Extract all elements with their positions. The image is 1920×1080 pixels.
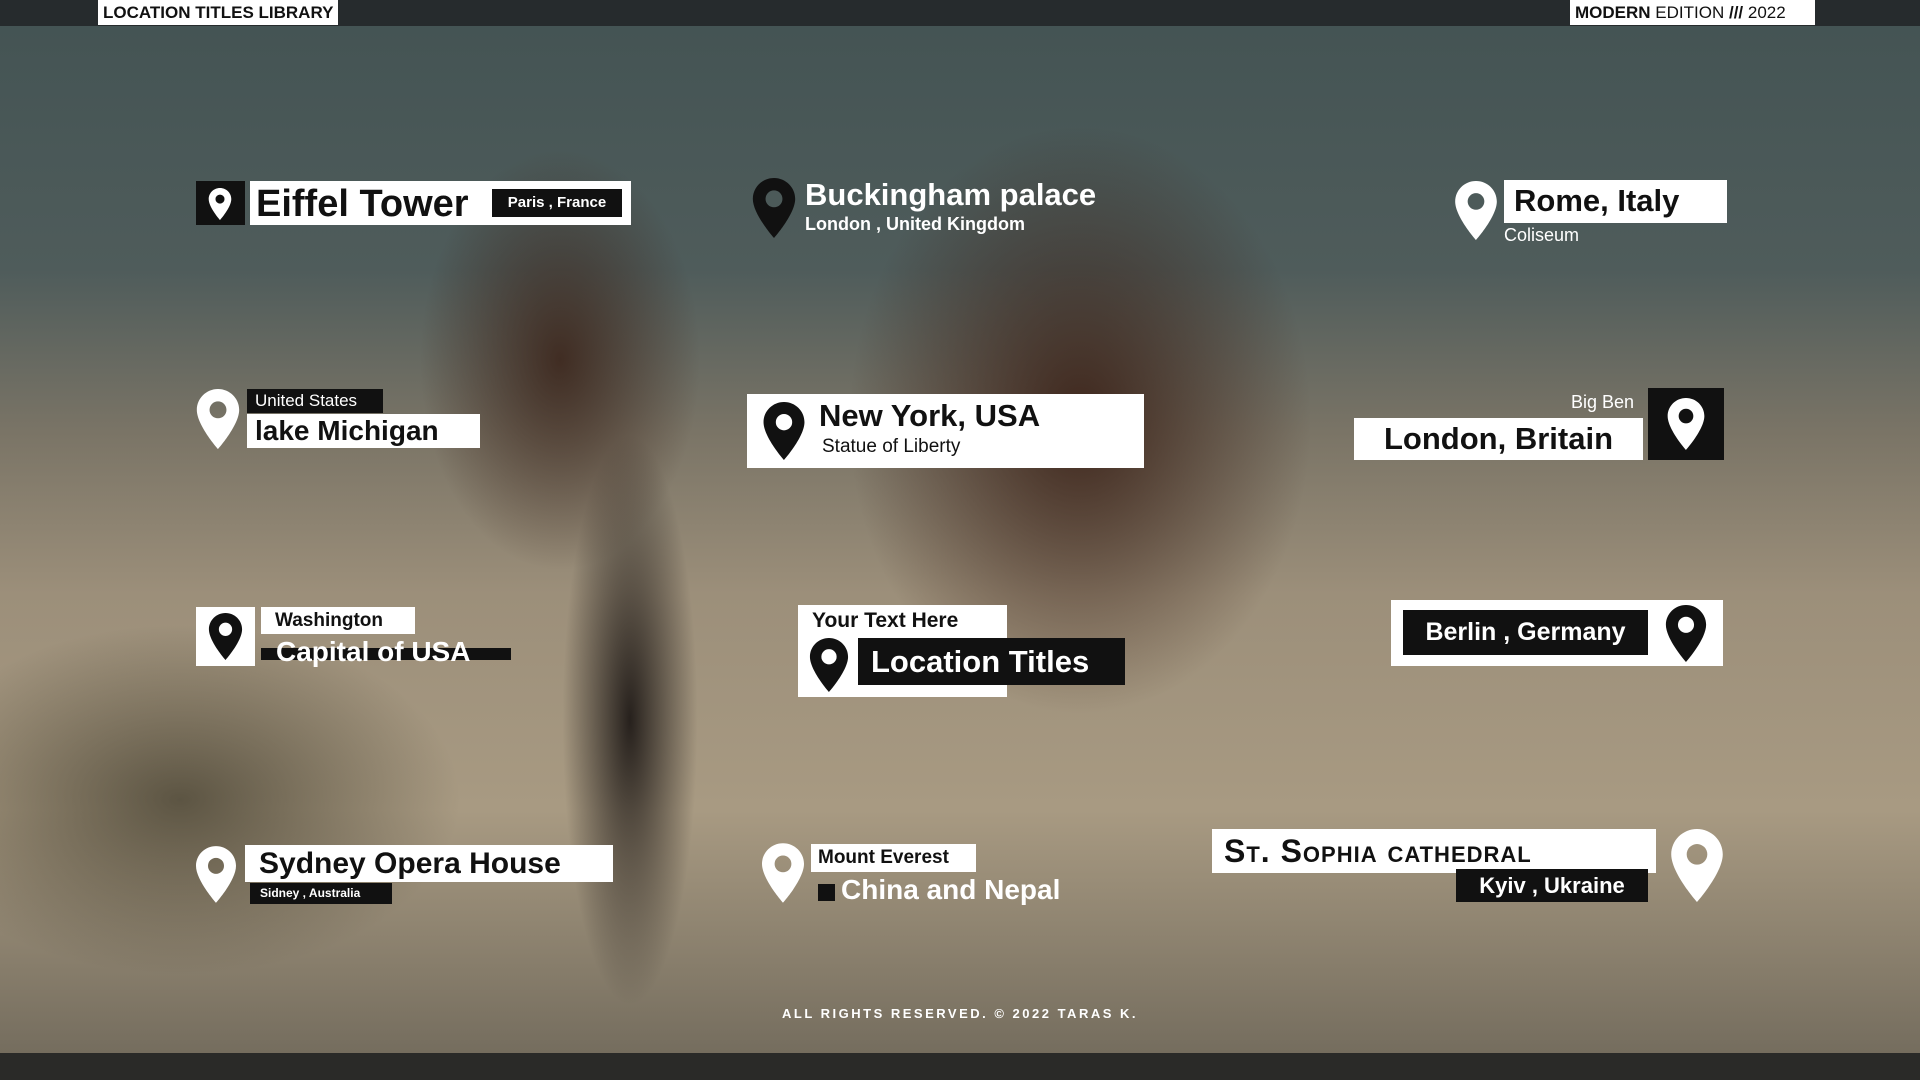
- map-pin-icon: [196, 607, 255, 666]
- buckingham-subtitle: London , United Kingdom: [805, 214, 1025, 234]
- everest-tag: Mount Everest: [811, 844, 976, 872]
- berlin-title: Berlin , Germany: [1403, 610, 1648, 655]
- map-pin-icon: [809, 638, 849, 692]
- center-tag: Your Text Here: [812, 609, 959, 632]
- michigan-tag: United States: [247, 389, 383, 413]
- rome-subtitle: Coliseum: [1504, 225, 1580, 245]
- map-pin-icon: [752, 178, 796, 238]
- newyork-subtitle: Statue of Liberty: [822, 436, 961, 457]
- edition-label: MODERN EDITION /// 2022: [1570, 0, 1815, 25]
- rome-title: Rome, Italy: [1504, 180, 1727, 223]
- edition-year: 2022: [1747, 3, 1786, 22]
- map-pin-icon: [1670, 829, 1724, 902]
- newyork-title: New York, USA: [819, 398, 1041, 433]
- eiffel-label: Eiffel Tower Paris , France: [250, 181, 631, 225]
- eiffel-title: Eiffel Tower: [256, 183, 469, 225]
- library-title: LOCATION TITLES LIBRARY: [98, 0, 339, 25]
- map-pin-icon: [196, 181, 245, 225]
- sophia-title: St. Sophia cathedral: [1212, 829, 1656, 873]
- map-pin-icon: [196, 389, 240, 449]
- london-tag: Big Ben: [1570, 392, 1634, 412]
- edition-sep: ///: [1728, 3, 1744, 22]
- edition-light: EDITION: [1655, 3, 1725, 22]
- eiffel-tag: Paris , France: [492, 189, 622, 217]
- washington-tag: Washington: [261, 607, 415, 634]
- london-title: London, Britain: [1354, 418, 1643, 460]
- map-pin-icon: [196, 845, 236, 904]
- berlin-label: Berlin , Germany: [1391, 600, 1723, 666]
- michigan-title: lake Michigan: [247, 414, 480, 448]
- map-pin-icon: [1648, 388, 1724, 460]
- everest-square: [818, 884, 835, 901]
- newyork-label: New York, USA Statue of Liberty: [747, 394, 1144, 468]
- sophia-tag: Kyiv , Ukraine: [1456, 869, 1648, 902]
- edition-bold: MODERN: [1575, 3, 1651, 22]
- map-pin-icon: [763, 402, 805, 460]
- washington-title: Capital of USA: [276, 636, 471, 667]
- footer-copyright: ALL RIGHTS RESERVED. © 2022 TARAS K.: [781, 1006, 1139, 1021]
- everest-title: China and Nepal: [841, 874, 1061, 905]
- map-pin-icon: [1455, 181, 1497, 240]
- sydney-tag: Sidney , Australia: [250, 883, 392, 904]
- map-pin-icon: [1665, 605, 1707, 662]
- bottom-bar: [0, 1053, 1920, 1080]
- sydney-title: Sydney Opera House: [245, 845, 613, 882]
- map-pin-icon: [762, 842, 804, 904]
- buckingham-title: Buckingham palace: [805, 177, 1097, 212]
- center-title: Location Titles: [858, 638, 1125, 685]
